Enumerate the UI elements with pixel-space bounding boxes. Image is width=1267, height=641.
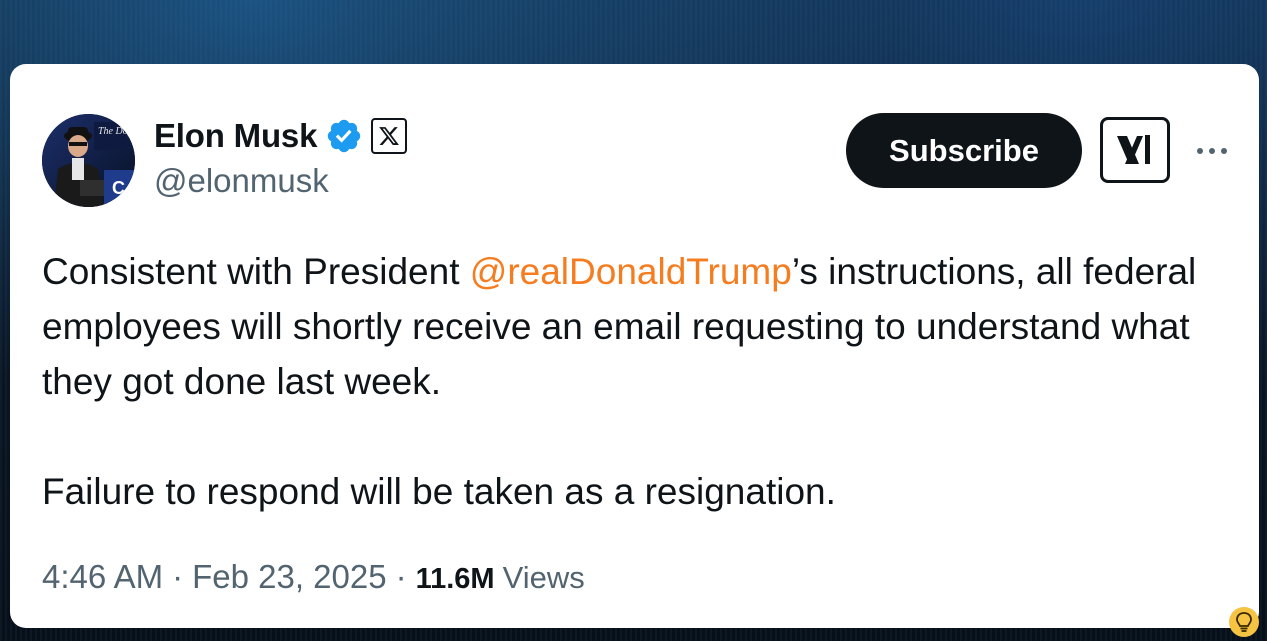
author-name-row: Elon Musk <box>154 116 408 156</box>
tweet-card: The Dogefa C Elon Musk @elonmusk Subscri… <box>10 64 1259 628</box>
lightbulb-icon <box>1229 607 1259 637</box>
tweet-time[interactable]: 4:46 AM <box>42 558 163 596</box>
mention-link[interactable]: @realDonaldTrump <box>470 251 792 292</box>
more-options-icon[interactable] <box>1190 136 1234 166</box>
author-display-name[interactable]: Elon Musk <box>154 117 317 155</box>
tweet-date[interactable]: Feb 23, 2025 <box>192 558 387 596</box>
meta-separator: · <box>395 558 407 595</box>
tweet-paragraph-1: Consistent with President @realDonaldTru… <box>42 244 1232 409</box>
x-logo-icon[interactable] <box>371 118 408 154</box>
verified-badge-icon <box>327 119 361 153</box>
views-count: 11.6M <box>415 563 495 595</box>
subscribe-button[interactable]: Subscribe <box>846 113 1082 188</box>
xai-logo-icon[interactable] <box>1100 117 1170 183</box>
tweet-paragraph-2: Failure to respond will be taken as a re… <box>42 471 836 512</box>
svg-text:C: C <box>112 178 125 198</box>
author-handle[interactable]: @elonmusk <box>154 162 329 200</box>
meta-separator: · <box>172 558 184 595</box>
tweet-meta: 4:46 AM · Feb 23, 2025 · 11.6M Views <box>42 558 585 596</box>
avatar-logo-text: The Dogefa <box>98 126 135 137</box>
views-label: Views <box>502 560 585 595</box>
tweet-text-before: Consistent with President <box>42 251 470 292</box>
tweet-body: Consistent with President @realDonaldTru… <box>42 244 1232 519</box>
author-avatar[interactable]: The Dogefa C <box>42 114 135 207</box>
